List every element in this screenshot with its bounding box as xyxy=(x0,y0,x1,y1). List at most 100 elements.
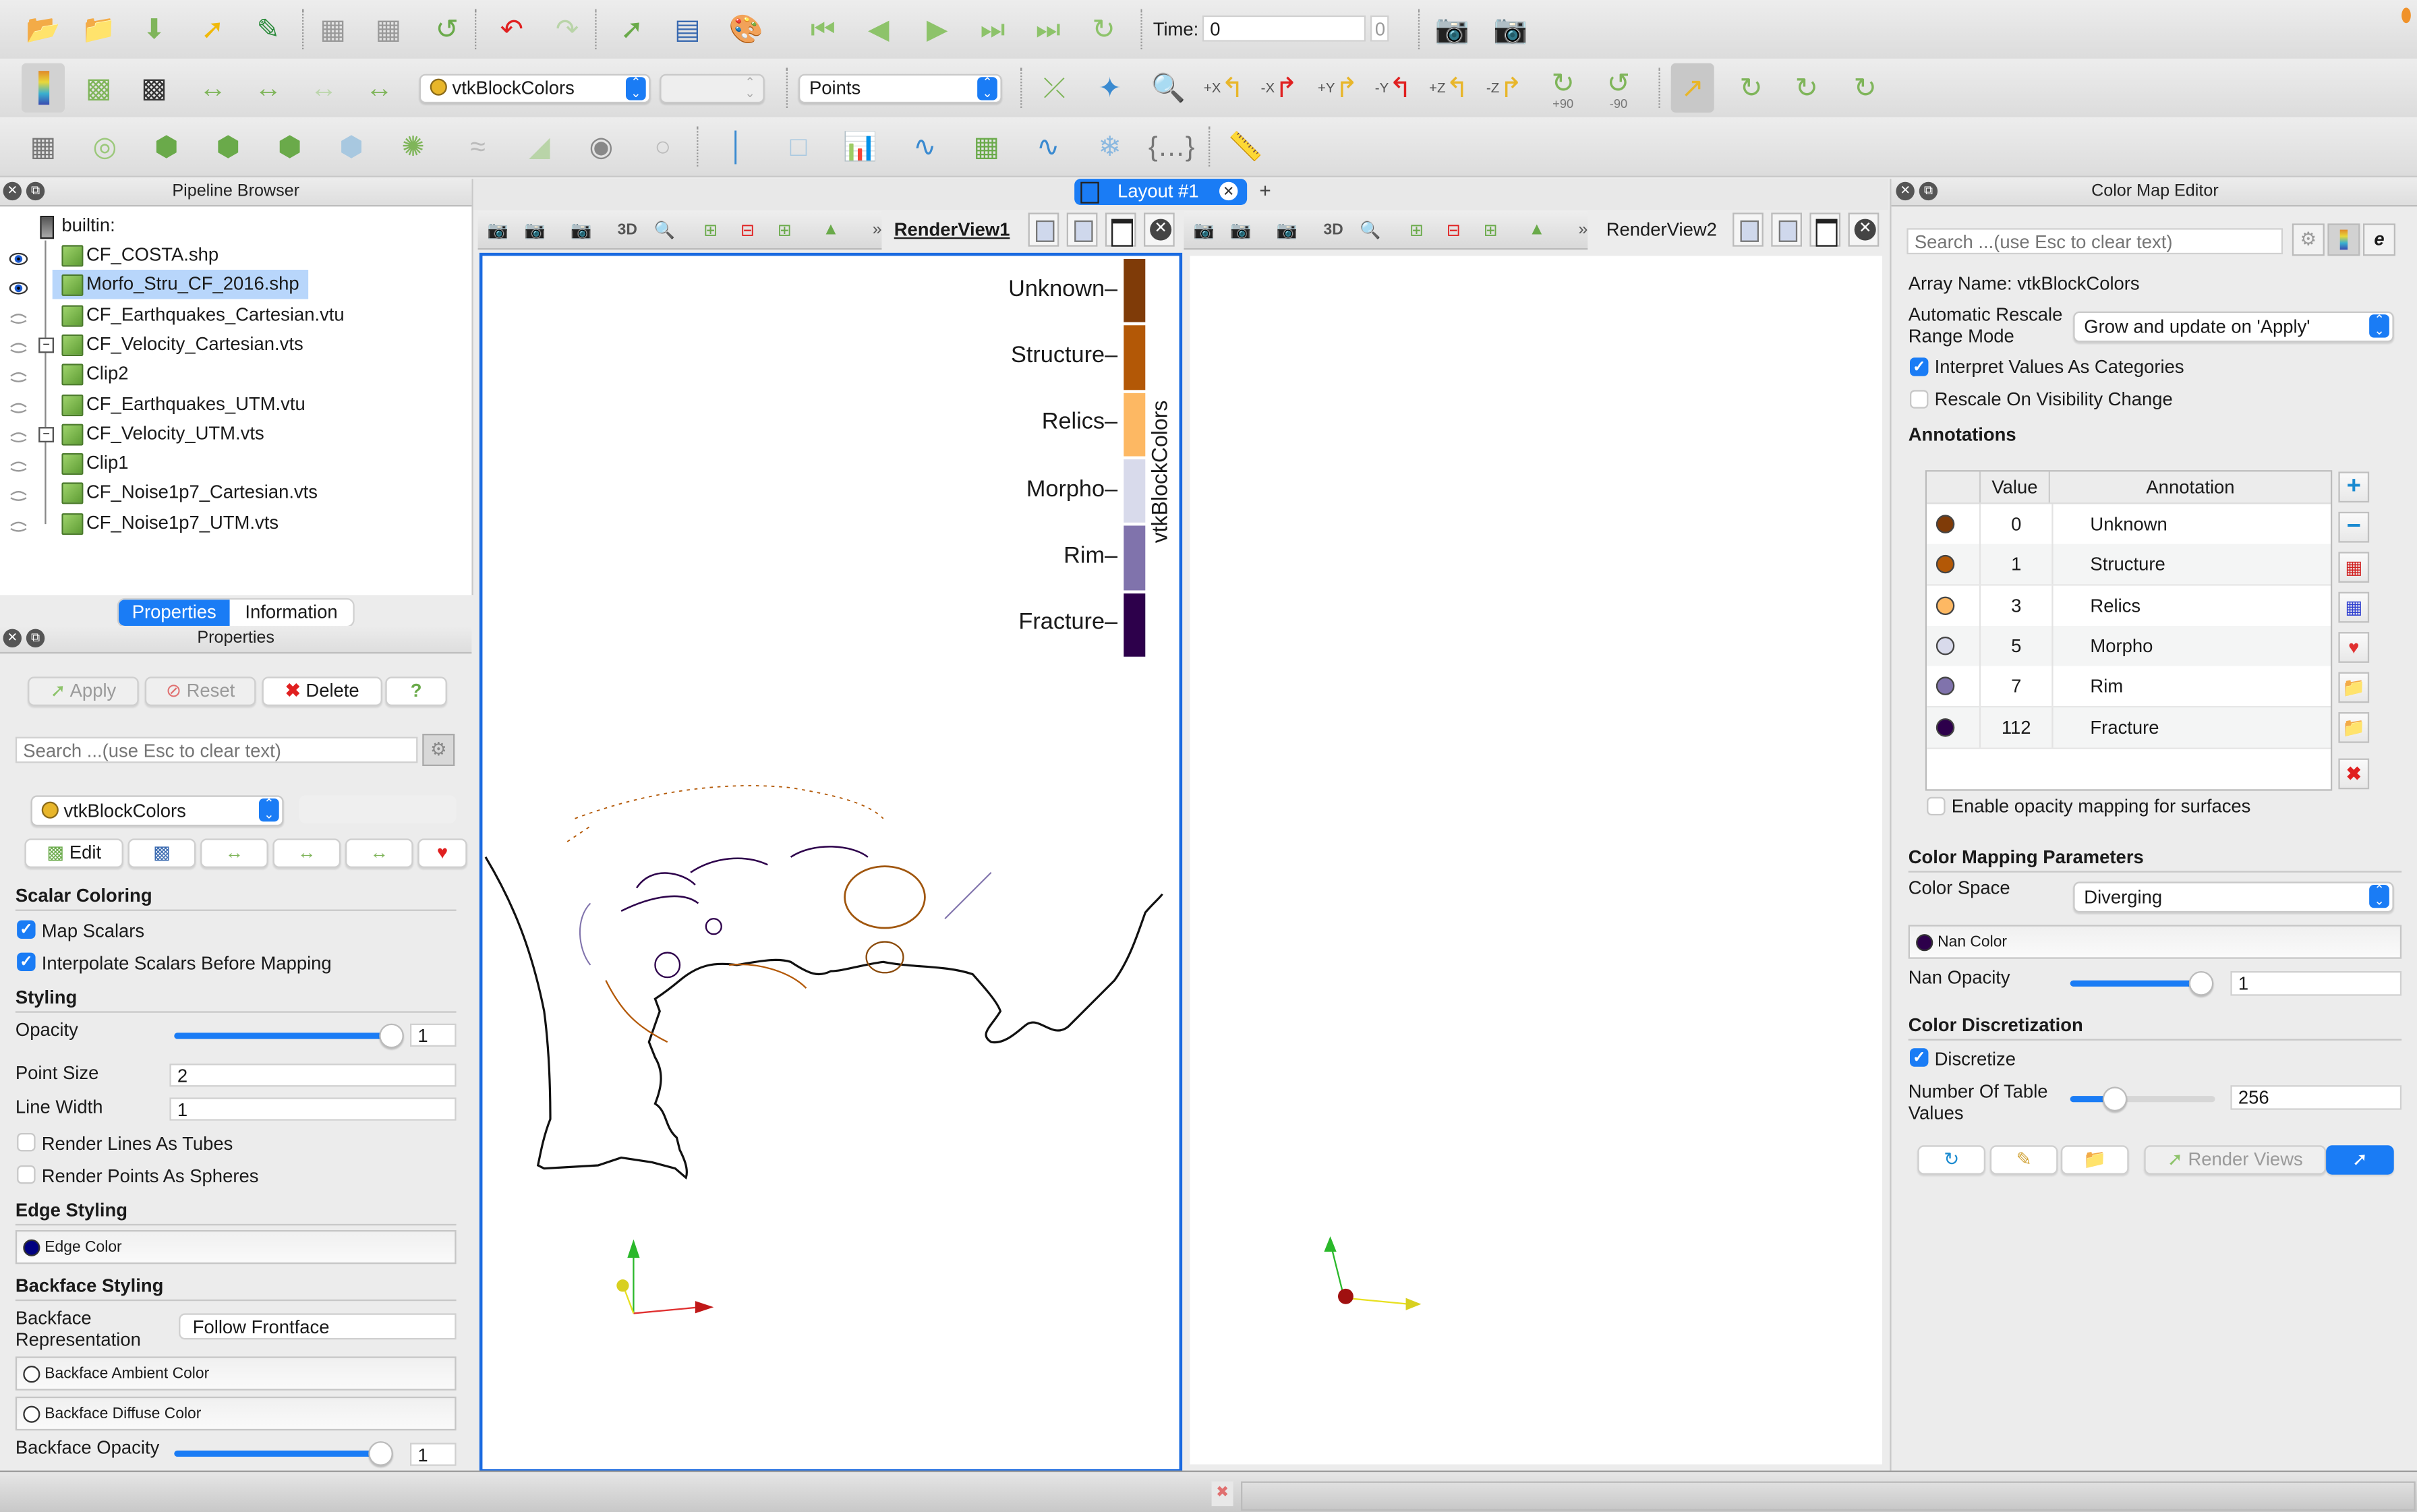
line-width-input[interactable]: 1 xyxy=(169,1097,457,1121)
eye-closed-icon[interactable] xyxy=(9,515,28,531)
more-tools-icon[interactable]: » xyxy=(1569,216,1597,243)
color-legend-toggle-icon[interactable] xyxy=(2327,223,2360,256)
annotation-label[interactable]: Structure xyxy=(2090,545,2165,585)
edge-color-button[interactable]: Edge Color xyxy=(15,1229,457,1264)
render-lines-tubes-checkbox[interactable] xyxy=(17,1132,36,1152)
properties-search-input[interactable] xyxy=(15,736,418,763)
select-cells-icon[interactable]: ⊞ xyxy=(697,216,724,243)
renderview1-canvas[interactable]: Unknown– Structure– Relics– Morpho– Rim– Frac… xyxy=(479,252,1183,1472)
annotation-row[interactable]: 7 Rim xyxy=(1927,666,2331,708)
view-plus-y-icon[interactable]: +Y ↱ xyxy=(1316,66,1360,109)
glyph-icon[interactable]: ✺ xyxy=(392,125,435,168)
backface-opacity-slider[interactable] xyxy=(174,1441,393,1466)
rescale-custom-range-button[interactable]: ↔ xyxy=(272,838,341,868)
show-orientation-axes-icon[interactable]: ↗ xyxy=(1670,63,1714,113)
color-legend-icon[interactable]: ▤ xyxy=(666,7,709,51)
capture-screenshot-icon[interactable]: 📷 xyxy=(1430,7,1474,51)
eye-closed-icon[interactable] xyxy=(9,395,28,413)
pick-icon[interactable]: ▲ xyxy=(817,216,844,243)
annotation-value[interactable]: 5 xyxy=(1979,625,2054,666)
previous-frame-icon[interactable]: ◀ xyxy=(857,7,900,51)
more-tools-icon[interactable]: » xyxy=(863,216,891,243)
pick-center-icon[interactable]: ↻ xyxy=(1844,66,1887,109)
rescale-button[interactable]: ↻ xyxy=(1917,1145,1985,1175)
3d-toggle-button[interactable]: 3D xyxy=(614,216,641,243)
view-minus-y-icon[interactable]: -Y ↰ xyxy=(1372,66,1415,109)
rescale-custom-range-icon[interactable]: ↔ xyxy=(247,66,290,109)
gear-icon[interactable]: ⚙ xyxy=(422,733,455,766)
rescale-temporal-range-button[interactable]: ↔ xyxy=(345,838,413,868)
first-frame-icon[interactable]: ⏮ xyxy=(802,7,845,51)
table-values-slider[interactable] xyxy=(2070,1086,2215,1111)
tab-properties[interactable]: Properties xyxy=(118,600,230,626)
rescale-data-range-icon[interactable]: ↔ xyxy=(191,66,234,109)
eye-closed-icon[interactable] xyxy=(9,455,28,472)
enable-opacity-checkbox[interactable] xyxy=(1927,796,1946,816)
play-icon[interactable]: ▶ xyxy=(916,7,959,51)
add-layout-tab[interactable]: + xyxy=(1259,179,1271,202)
select-points-icon[interactable]: ⊞ xyxy=(771,216,798,243)
representation-select[interactable]: Points ⌃ ⌄ xyxy=(798,74,1002,104)
select-points-icon[interactable]: ⊞ xyxy=(1477,216,1505,243)
annotation-value[interactable]: 7 xyxy=(1979,666,2054,707)
annotation-label[interactable]: Relics xyxy=(2090,585,2141,625)
rescale-visible-range-icon[interactable]: ↔ xyxy=(357,66,401,109)
capture-screenshot-add-icon[interactable]: 📷 xyxy=(1489,7,1532,51)
interpret-categories-checkbox[interactable]: ✓ xyxy=(1909,357,1929,376)
edit-color-map-icon[interactable]: ▩ xyxy=(77,66,120,109)
nan-opacity-slider[interactable] xyxy=(2070,970,2214,996)
redo-camera-icon[interactable]: 📷 xyxy=(1227,216,1254,243)
pick-icon[interactable]: ▲ xyxy=(1523,216,1550,243)
reset-camera-icon[interactable]: 📷 xyxy=(484,216,512,243)
close-icon[interactable]: ✕ xyxy=(1896,181,1915,201)
annotation-label[interactable]: Rim xyxy=(2090,666,2123,706)
view-minus-z-icon[interactable]: -Z ↱ xyxy=(1483,66,1526,109)
color-space-select[interactable]: Diverging ⌃ ⌄ xyxy=(2073,881,2394,913)
rescale-data-range-button[interactable]: ↔ xyxy=(200,838,268,868)
tree-root[interactable]: builtin: xyxy=(0,211,471,240)
pipeline-item[interactable]: Clip1 xyxy=(0,448,471,477)
backface-ambient-color-button[interactable]: Backface Ambient Color xyxy=(15,1356,457,1391)
rescale-temporal-range-icon[interactable]: ↔ xyxy=(302,66,345,109)
pipeline-item[interactable]: CF_Earthquakes_UTM.vtu xyxy=(0,389,471,418)
annotation-color-swatch[interactable] xyxy=(1935,717,1955,736)
zoom-to-box-icon[interactable]: 🔍 xyxy=(1147,66,1190,109)
reset-center-icon[interactable]: ↻ xyxy=(1785,66,1828,109)
warp-by-vector-icon[interactable]: ◢ xyxy=(518,125,561,168)
annotation-row[interactable]: 0 Unknown xyxy=(1927,504,2331,546)
annotation-label[interactable]: Morpho xyxy=(2090,626,2153,666)
add-visible-values-icon[interactable]: ▦ xyxy=(2338,591,2370,623)
connect-icon[interactable]: ➚ xyxy=(191,7,234,51)
choose-preset-button[interactable]: ♥ xyxy=(417,838,467,868)
annotation-row[interactable]: 1 Structure xyxy=(1927,544,2331,587)
slider-handle[interactable] xyxy=(2188,970,2214,996)
rotate-plus-90-icon[interactable]: ↻ +90 xyxy=(1542,66,1585,109)
annotation-row[interactable]: 112 Fracture xyxy=(1927,706,2331,749)
nan-color-button[interactable]: Nan Color xyxy=(1908,925,2402,959)
plot-selection-over-time-icon[interactable]: ∿ xyxy=(903,125,946,168)
pipeline-item[interactable]: Morfo_Stru_CF_2016.shp xyxy=(0,270,471,300)
time-index-spinbox[interactable]: 0 xyxy=(1370,15,1389,42)
slider-handle[interactable] xyxy=(2103,1086,2128,1111)
time-input[interactable]: 0 xyxy=(1202,15,1366,42)
pipeline-item[interactable]: − CF_Velocity_Cartesian.vts xyxy=(0,330,471,359)
annotation-color-swatch[interactable] xyxy=(1935,595,1955,615)
annotation-color-swatch[interactable] xyxy=(1935,555,1955,574)
annotation-value[interactable]: 1 xyxy=(1979,544,2054,585)
save-default-button[interactable]: 📁 xyxy=(2060,1145,2129,1175)
eye-open-icon[interactable] xyxy=(9,277,28,295)
eye-closed-icon[interactable] xyxy=(9,306,28,324)
render-views-button[interactable]: ➚ Render Views xyxy=(2144,1145,2327,1175)
save-preset-icon[interactable]: 📁 xyxy=(2338,672,2370,703)
capture-view-icon[interactable]: 📷 xyxy=(1273,216,1301,243)
rescale-visibility-checkbox[interactable] xyxy=(1909,390,1929,409)
next-frame-icon[interactable]: ⏭ xyxy=(971,7,1014,51)
eye-open-icon[interactable] xyxy=(9,247,28,266)
pipeline-item[interactable]: CF_Noise1p7_Cartesian.vts xyxy=(0,478,471,507)
slider-handle[interactable] xyxy=(379,1023,404,1049)
backface-representation-select[interactable]: Follow Frontface xyxy=(179,1313,457,1340)
loop-icon[interactable]: ↻ xyxy=(1082,7,1126,51)
probe-line-icon[interactable]: │ xyxy=(716,125,759,168)
save-data-icon[interactable]: 📁 xyxy=(77,7,120,51)
color-array-select[interactable]: vtkBlockColors ⌃ ⌄ xyxy=(419,74,651,104)
